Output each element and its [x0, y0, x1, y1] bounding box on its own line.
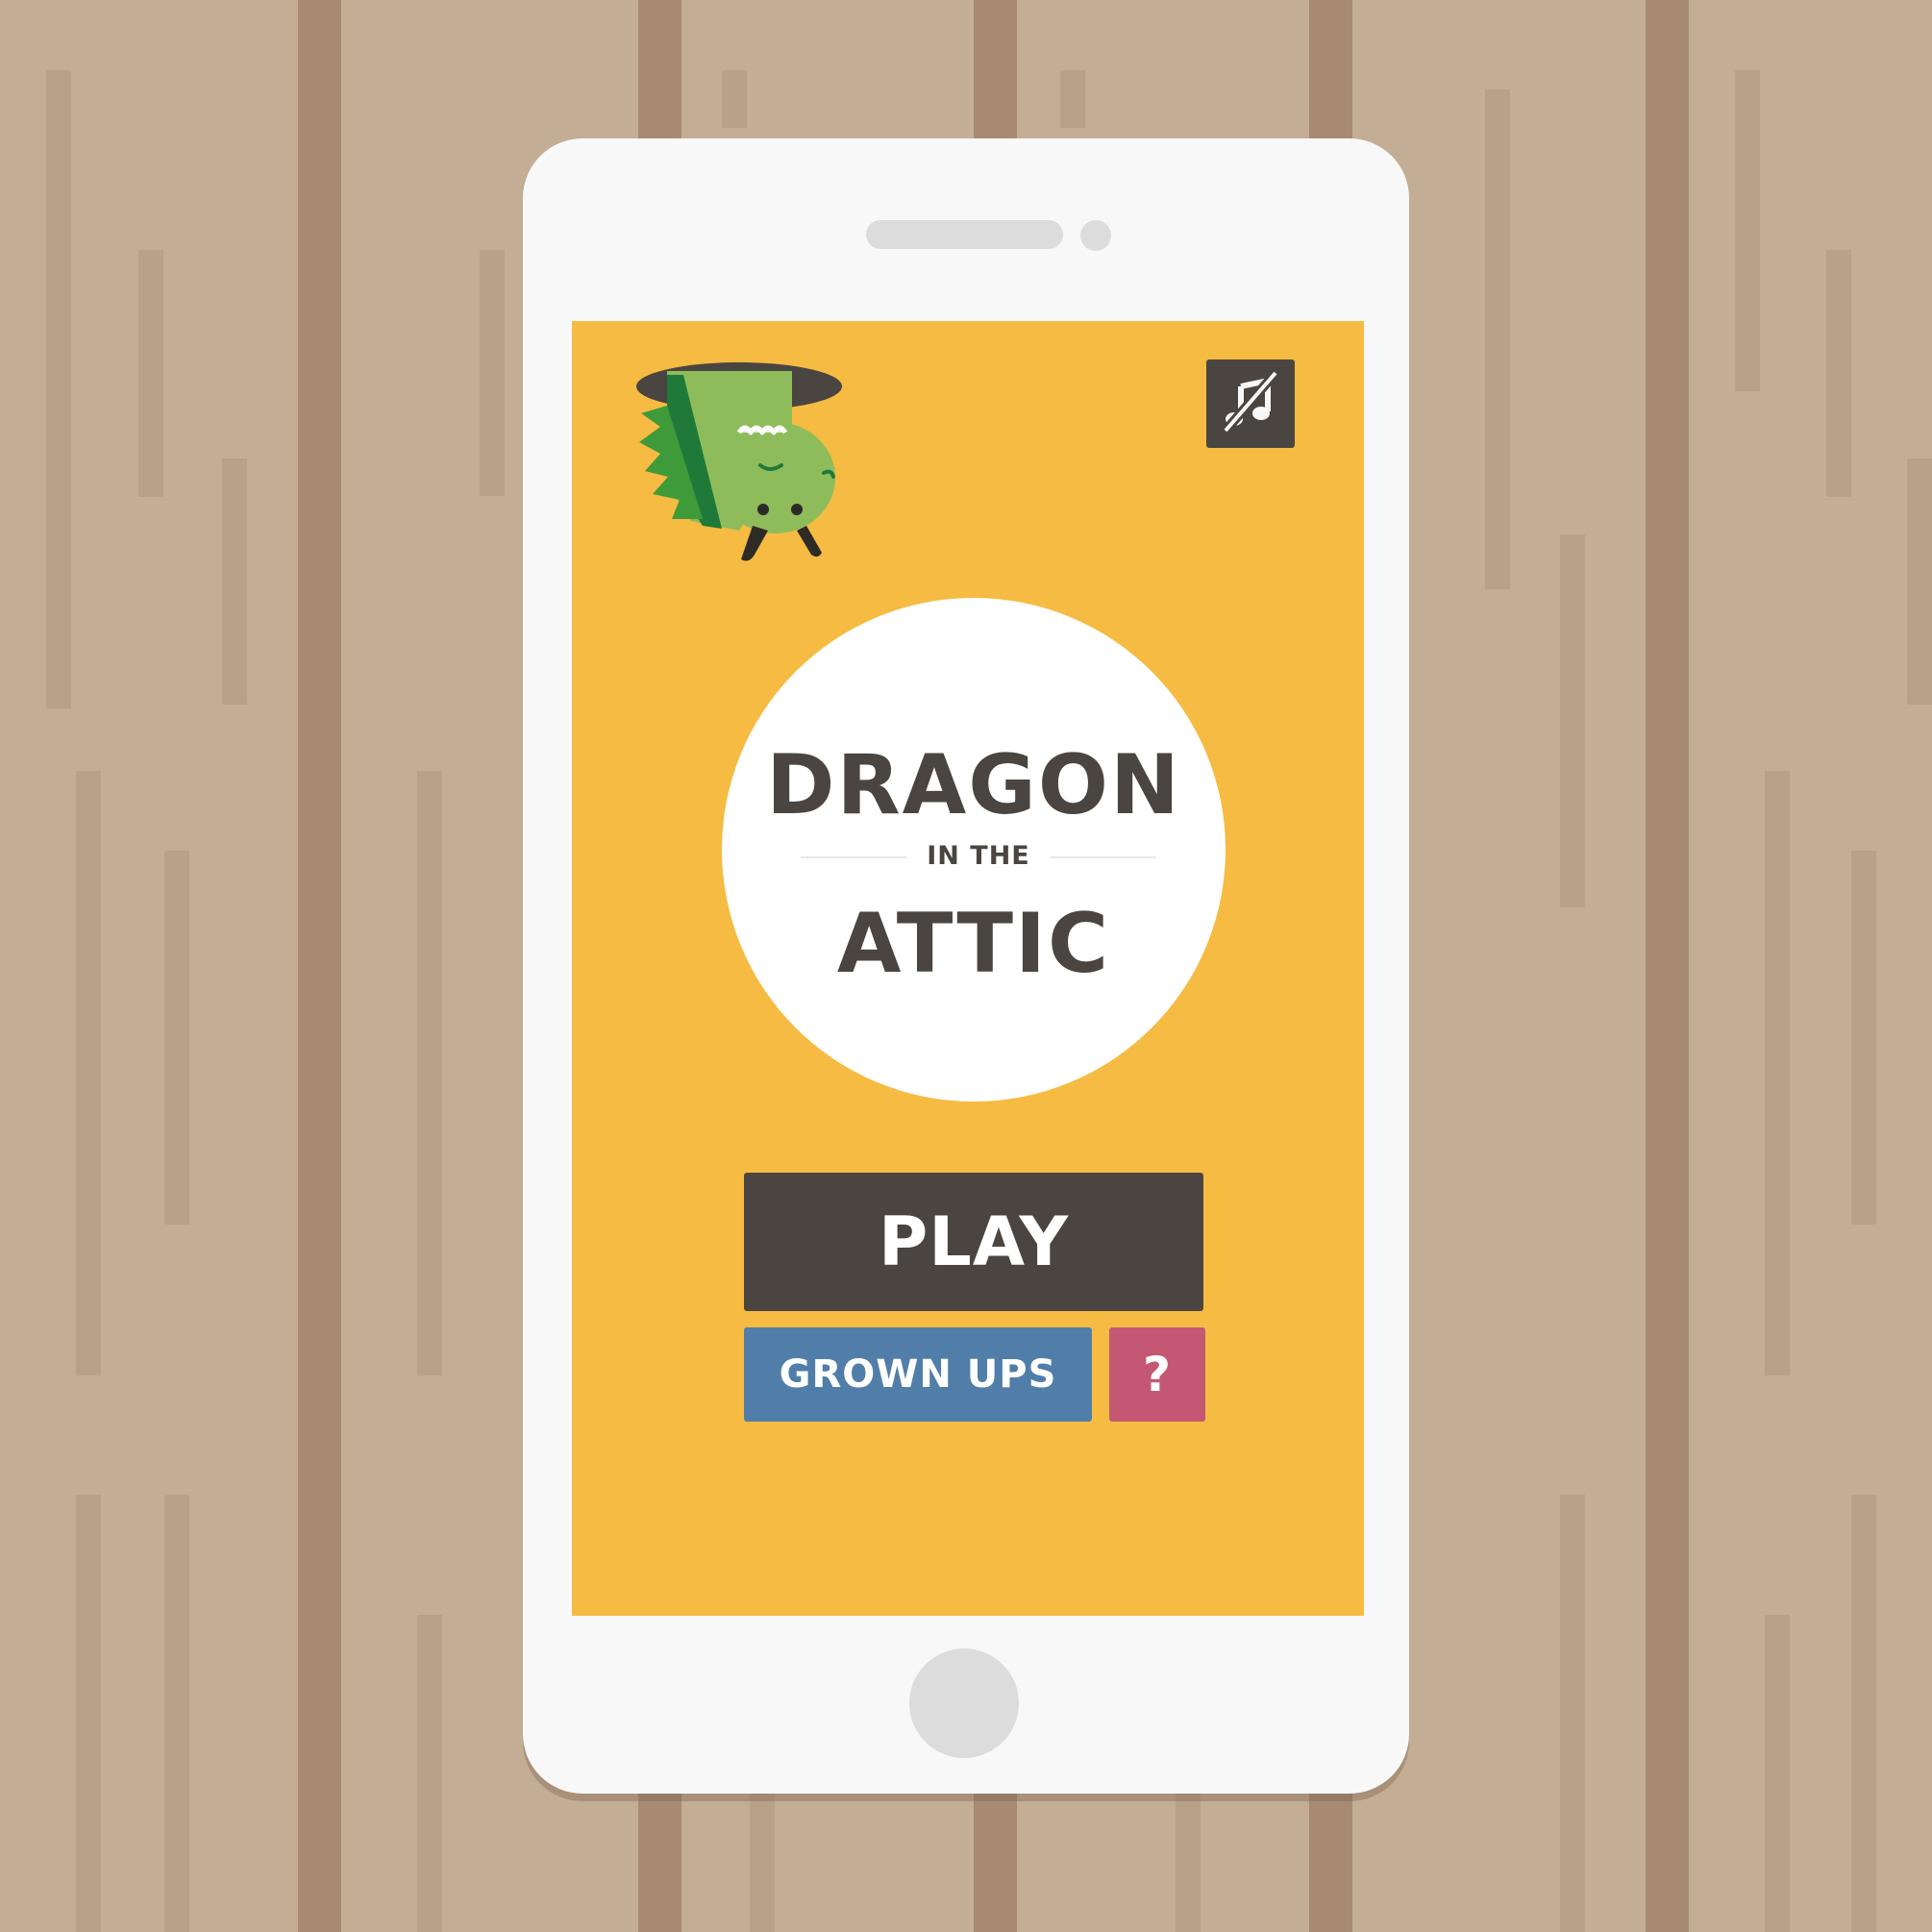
wood-grain	[1851, 1495, 1876, 1932]
wood-grain	[76, 1495, 101, 1932]
wood-grain	[138, 250, 163, 497]
wood-grain	[1060, 70, 1085, 128]
wood-grain	[480, 250, 505, 496]
play-button[interactable]: PLAY	[744, 1173, 1203, 1311]
wood-grain	[1560, 1495, 1585, 1932]
wood-grain	[46, 70, 71, 708]
title-dragon: DRAGON	[766, 737, 1181, 833]
phone-frame: DRAGON IN THE ATTIC PLAY GROWN UPS ?	[523, 138, 1409, 1794]
wood-grain	[417, 1615, 442, 1932]
wood-grain	[1765, 1615, 1790, 1932]
wood-grain	[722, 70, 747, 128]
wood-grain	[1485, 89, 1510, 589]
game-title-logo: DRAGON IN THE ATTIC	[722, 598, 1226, 1102]
wood-grain	[1735, 70, 1760, 391]
wood-grain	[417, 771, 442, 1375]
game-screen: DRAGON IN THE ATTIC PLAY GROWN UPS ?	[572, 321, 1364, 1616]
wood-grain	[76, 771, 101, 1375]
mute-music-button[interactable]	[1206, 359, 1295, 448]
wood-grain	[164, 851, 189, 1225]
title-attic: ATTIC	[836, 896, 1111, 992]
dragon-mascot-icon	[633, 358, 850, 579]
plank-gap	[298, 0, 341, 1932]
phone-home-button[interactable]	[909, 1648, 1019, 1758]
wood-grain	[1907, 458, 1932, 705]
help-button[interactable]: ?	[1109, 1327, 1205, 1422]
phone-speaker	[866, 220, 1063, 249]
music-muted-icon	[1222, 369, 1279, 434]
wood-grain	[164, 1495, 189, 1932]
wood-grain	[1560, 534, 1585, 907]
title-divider: IN THE	[801, 840, 1156, 873]
plank-gap	[1646, 0, 1689, 1932]
phone-camera	[1080, 220, 1111, 251]
wood-grain	[1851, 851, 1876, 1225]
wood-grain	[222, 458, 247, 705]
wood-grain	[1765, 771, 1790, 1375]
grown-ups-button[interactable]: GROWN UPS	[744, 1327, 1092, 1422]
wood-grain	[1826, 250, 1851, 497]
title-in-the: IN THE	[927, 841, 1030, 871]
